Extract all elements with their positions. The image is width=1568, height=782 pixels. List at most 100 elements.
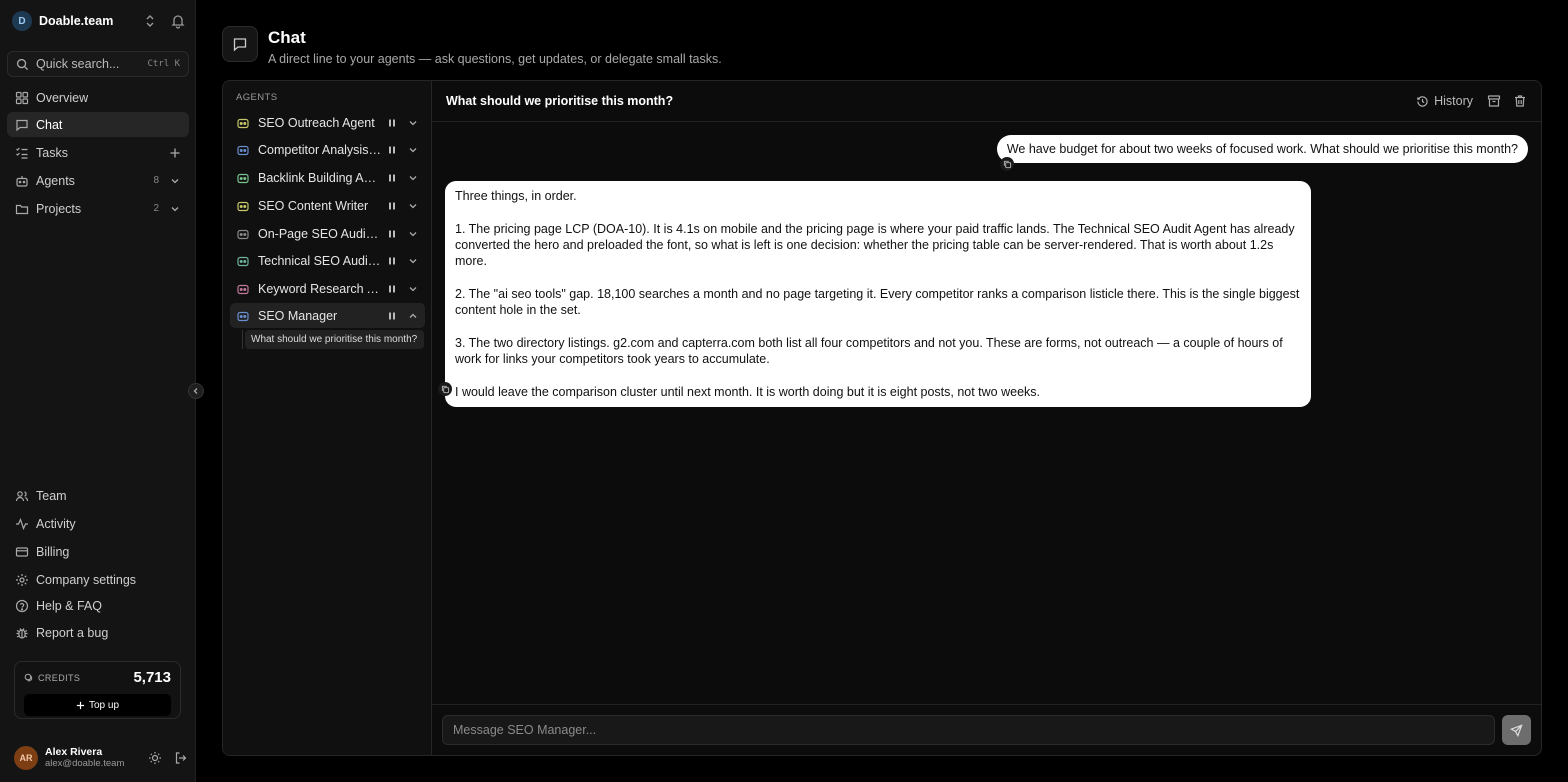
agent-name: Keyword Research Agent: [258, 281, 381, 296]
agent-item[interactable]: Technical SEO Audit Agent: [230, 248, 425, 273]
agent-name: Competitor Analysis Agent: [258, 142, 381, 157]
chevron-up-icon[interactable]: [407, 310, 419, 322]
conversation: What should we prioritise this month? Hi…: [432, 81, 1541, 755]
agent-avatar-icon: [237, 256, 249, 266]
agent-item[interactable]: SEO Outreach Agent: [230, 110, 425, 135]
gear-icon: [16, 573, 28, 586]
nav-chat[interactable]: Chat: [7, 112, 189, 137]
agent-avatar-icon: [237, 173, 249, 183]
nav-projects[interactable]: Projects 2: [7, 196, 189, 221]
nav-label: Billing: [36, 544, 70, 559]
nav-label: Chat: [36, 117, 63, 132]
avatar[interactable]: AR: [14, 746, 38, 770]
reply-paragraph: I would leave the comparison cluster unt…: [455, 384, 1041, 399]
agent-avatar-icon: [237, 118, 249, 128]
bot-icon: [16, 175, 28, 187]
conversation-title: What should we prioritise this month?: [446, 94, 674, 108]
users-icon: [15, 490, 29, 501]
history-button[interactable]: History: [1416, 94, 1473, 108]
pause-icon[interactable]: [387, 118, 397, 128]
workspace-name: Doable.team: [39, 14, 114, 28]
plus-icon: [76, 701, 85, 709]
message-input[interactable]: [442, 715, 1495, 745]
chevron-down-icon[interactable]: [407, 200, 419, 212]
user-name: Alex Rivera: [45, 746, 103, 758]
nav-label: Tasks: [36, 145, 68, 160]
credits-value: 5,713: [133, 669, 171, 686]
agent-name: SEO Content Writer: [258, 198, 369, 213]
agents-list: AGENTS SEO Outreach Agent Competitor Anal…: [223, 81, 432, 755]
top-up-button[interactable]: Top up: [24, 694, 171, 716]
nav-label: Agents: [36, 173, 75, 188]
nav-company-settings[interactable]: Company settings: [7, 567, 189, 592]
nav-label: Report a bug: [36, 625, 109, 640]
collapse-sidebar-button[interactable]: [188, 383, 204, 399]
agent-item[interactable]: SEO Manager: [230, 303, 425, 328]
chevron-down-icon[interactable]: [169, 203, 181, 215]
trash-icon[interactable]: [1513, 94, 1527, 108]
nav-report-bug[interactable]: Report a bug: [7, 620, 189, 645]
pause-icon[interactable]: [387, 145, 397, 155]
chevron-down-icon[interactable]: [407, 144, 419, 156]
agent-item[interactable]: Competitor Analysis Agent: [230, 137, 425, 162]
agent-avatar-icon: [237, 284, 249, 294]
nav-overview[interactable]: Overview: [7, 85, 189, 110]
quick-search-label: Quick search...: [36, 57, 120, 71]
agent-item[interactable]: Keyword Research Agent: [230, 276, 425, 301]
logout-icon[interactable]: [174, 751, 188, 765]
agent-item[interactable]: On-Page SEO Audit Agent: [230, 221, 425, 246]
nav-agents[interactable]: Agents 8: [7, 168, 189, 193]
nav-activity[interactable]: Activity: [7, 511, 189, 536]
search-icon: [16, 58, 29, 70]
agent-item[interactable]: SEO Content Writer: [230, 193, 425, 218]
pause-icon[interactable]: [387, 311, 397, 321]
chevron-down-icon[interactable]: [407, 228, 419, 240]
page-subtitle: A direct line to your agents — ask quest…: [268, 52, 722, 66]
chat-page-icon: [222, 26, 258, 62]
history-icon: [1417, 95, 1428, 107]
composer: [432, 704, 1541, 755]
nav-help[interactable]: Help & FAQ: [7, 593, 189, 618]
sidebar: D Doable.team Quick search... Ctrl K Ove…: [0, 0, 196, 782]
send-button[interactable]: [1502, 715, 1531, 745]
credits-label-row: CREDITS: [24, 673, 80, 683]
quick-search[interactable]: Quick search... Ctrl K: [7, 51, 189, 77]
pause-icon[interactable]: [387, 229, 397, 239]
send-icon: [1510, 723, 1523, 737]
chevron-down-icon[interactable]: [407, 117, 419, 129]
bell-icon[interactable]: [170, 13, 186, 29]
chevron-down-icon[interactable]: [169, 175, 181, 187]
pause-icon[interactable]: [387, 173, 397, 183]
nav-tasks[interactable]: Tasks: [7, 140, 189, 165]
thread-item[interactable]: What should we prioritise this month?: [245, 330, 424, 349]
plus-icon[interactable]: [169, 147, 181, 159]
archive-icon[interactable]: [1487, 94, 1501, 108]
copy-icon[interactable]: [1000, 157, 1014, 171]
agent-avatar-icon: [237, 311, 249, 321]
workspace-logo: D: [12, 11, 32, 31]
agent-avatar-icon: [237, 145, 249, 155]
sun-icon[interactable]: [148, 751, 162, 765]
pause-icon[interactable]: [387, 256, 397, 266]
help-circle-icon: [15, 599, 29, 612]
nav-label: Help & FAQ: [36, 598, 102, 613]
chevrons-up-down-icon[interactable]: [142, 13, 158, 29]
conversation-header: What should we prioritise this month? Hi…: [432, 81, 1541, 122]
agent-name: On-Page SEO Audit Agent: [258, 226, 381, 241]
assistant-message: Three things, in order. 1. The pricing p…: [445, 181, 1311, 407]
projects-count: 2: [153, 203, 159, 214]
activity-icon: [16, 517, 28, 530]
nav-team[interactable]: Team: [7, 483, 189, 508]
bug-icon: [16, 627, 28, 639]
workspace-switcher[interactable]: D Doable.team: [12, 10, 186, 32]
chevron-down-icon[interactable]: [407, 283, 419, 295]
agent-avatar-icon: [237, 229, 249, 239]
pause-icon[interactable]: [387, 284, 397, 294]
agent-item[interactable]: Backlink Building Agent: [230, 165, 425, 190]
pause-icon[interactable]: [387, 201, 397, 211]
nav-billing[interactable]: Billing: [7, 539, 189, 564]
history-label: History: [1434, 94, 1473, 108]
chevron-down-icon[interactable]: [407, 255, 419, 267]
copy-icon[interactable]: [438, 382, 452, 396]
chevron-down-icon[interactable]: [407, 172, 419, 184]
